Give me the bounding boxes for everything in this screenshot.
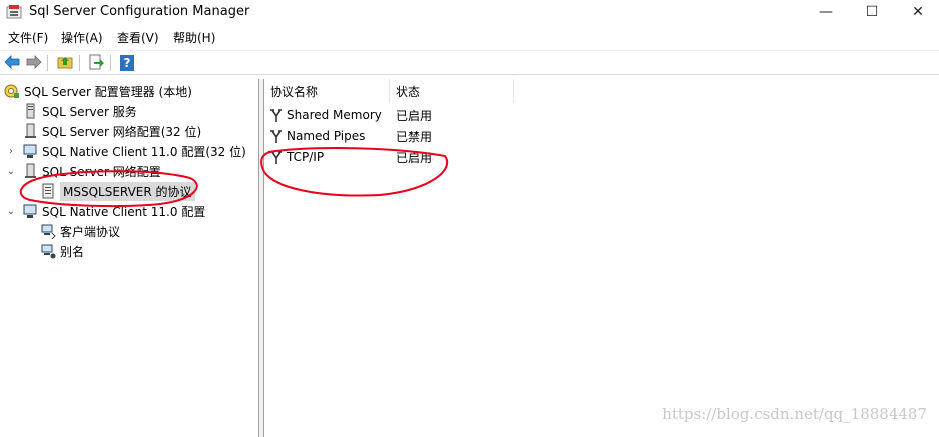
forward-arrow-icon xyxy=(26,54,42,72)
column-header-status[interactable]: 状态 xyxy=(390,79,514,103)
up-one-level-button[interactable] xyxy=(56,54,74,72)
tree-item-label: SQL Server 网络配置 xyxy=(42,164,161,179)
export-list-icon xyxy=(88,54,104,73)
protocol-name: Named Pipes xyxy=(287,129,366,143)
toolbar-separator xyxy=(110,55,111,71)
menu-help[interactable]: 帮助(H) xyxy=(173,29,215,46)
expand-icon[interactable]: › xyxy=(6,145,16,157)
tree-item-label: 别名 xyxy=(60,244,85,259)
title-bar: Sql Server Configuration Manager — ☐ ✕ xyxy=(0,0,939,24)
tree-item-sql-server-services[interactable]: SQL Server 服务 xyxy=(22,101,137,121)
protocol-icon xyxy=(268,149,284,165)
protocol-status: 已启用 xyxy=(396,108,433,123)
column-header-protocol-name[interactable]: 协议名称 xyxy=(264,79,390,103)
app-icon xyxy=(6,4,22,20)
tree-item-mssqlserver-protocols[interactable]: MSSQLSERVER 的协议 xyxy=(40,181,195,201)
list-row-named-pipes[interactable]: Named Pipes xyxy=(268,126,365,146)
forward-button[interactable] xyxy=(25,54,43,72)
protocol-icon xyxy=(268,128,284,144)
tree-item-label: SQL Server 服务 xyxy=(42,104,137,119)
menu-view[interactable]: 查看(V) xyxy=(117,29,159,46)
protocol-name: Shared Memory xyxy=(287,108,382,122)
tree-item-native-client-config[interactable]: SQL Native Client 11.0 配置 xyxy=(22,201,205,221)
client-protocol-icon xyxy=(40,223,56,239)
tree-item-label: SQL Native Client 11.0 配置 xyxy=(42,204,206,219)
tree-item-network-config[interactable]: SQL Server 网络配置 xyxy=(22,161,161,181)
protocol-status: 已启用 xyxy=(396,150,433,165)
client-computer-icon xyxy=(22,143,38,159)
collapse-icon[interactable]: ⌄ xyxy=(6,165,16,177)
tree-item-native-client-config-32[interactable]: SQL Native Client 11.0 配置(32 位) xyxy=(22,141,246,161)
tree-item-label: SQL Native Client 11.0 配置(32 位) xyxy=(42,144,246,159)
tree-item-label: SQL Server 网络配置(32 位) xyxy=(42,124,202,139)
tree-pane[interactable]: SQL Server 配置管理器 (本地) SQL Server 服务 SQL … xyxy=(0,79,259,437)
protocol-name: TCP/IP xyxy=(287,150,325,164)
help-icon: ? xyxy=(120,55,134,71)
toolbar-separator xyxy=(79,55,80,71)
protocol-status: 已禁用 xyxy=(396,129,433,144)
list-row-shared-memory[interactable]: Shared Memory xyxy=(268,105,382,125)
help-button[interactable]: ? xyxy=(118,54,136,72)
details-pane[interactable]: 协议名称 状态 Shared Memory 已启用 Named Pipes 已禁… xyxy=(264,79,939,437)
config-manager-icon xyxy=(4,83,20,99)
minimize-icon: — xyxy=(819,4,833,20)
tree-item-label: MSSQLSERVER 的协议 xyxy=(60,181,195,201)
back-arrow-icon xyxy=(4,54,20,72)
export-list-button[interactable] xyxy=(87,54,105,72)
tree-item-label: 客户端协议 xyxy=(60,224,121,239)
alias-icon xyxy=(40,243,56,259)
tree-item-client-protocols[interactable]: 客户端协议 xyxy=(40,221,120,241)
tree-root[interactable]: SQL Server 配置管理器 (本地) xyxy=(4,81,192,101)
menu-bar: 文件(F) 操作(A) 查看(V) 帮助(H) xyxy=(0,27,939,47)
minimize-button[interactable]: — xyxy=(803,0,849,24)
close-icon: ✕ xyxy=(912,4,924,20)
protocol-folder-icon xyxy=(40,183,56,199)
server-icon xyxy=(22,103,38,119)
tree-item-network-config-32[interactable]: SQL Server 网络配置(32 位) xyxy=(22,121,201,141)
back-button[interactable] xyxy=(3,54,21,72)
menu-file[interactable]: 文件(F) xyxy=(8,29,48,46)
menu-action[interactable]: 操作(A) xyxy=(61,29,103,46)
client-computer-icon xyxy=(22,203,38,219)
up-folder-icon xyxy=(57,54,73,73)
tree-item-label: SQL Server 配置管理器 (本地) xyxy=(24,84,192,99)
server-icon xyxy=(22,163,38,179)
maximize-button[interactable]: ☐ xyxy=(849,0,895,24)
toolbar-separator xyxy=(47,55,48,71)
toolbar: ? xyxy=(0,50,939,75)
list-row-tcp-ip[interactable]: TCP/IP xyxy=(268,147,324,167)
close-button[interactable]: ✕ xyxy=(895,0,939,24)
window-title: Sql Server Configuration Manager xyxy=(29,4,250,19)
tree-item-aliases[interactable]: 别名 xyxy=(40,241,84,261)
collapse-icon[interactable]: ⌄ xyxy=(6,205,16,217)
maximize-icon: ☐ xyxy=(865,4,879,20)
server-icon xyxy=(22,123,38,139)
watermark: https://blog.csdn.net/qq_18884487 xyxy=(662,405,927,423)
protocol-icon xyxy=(268,107,284,123)
